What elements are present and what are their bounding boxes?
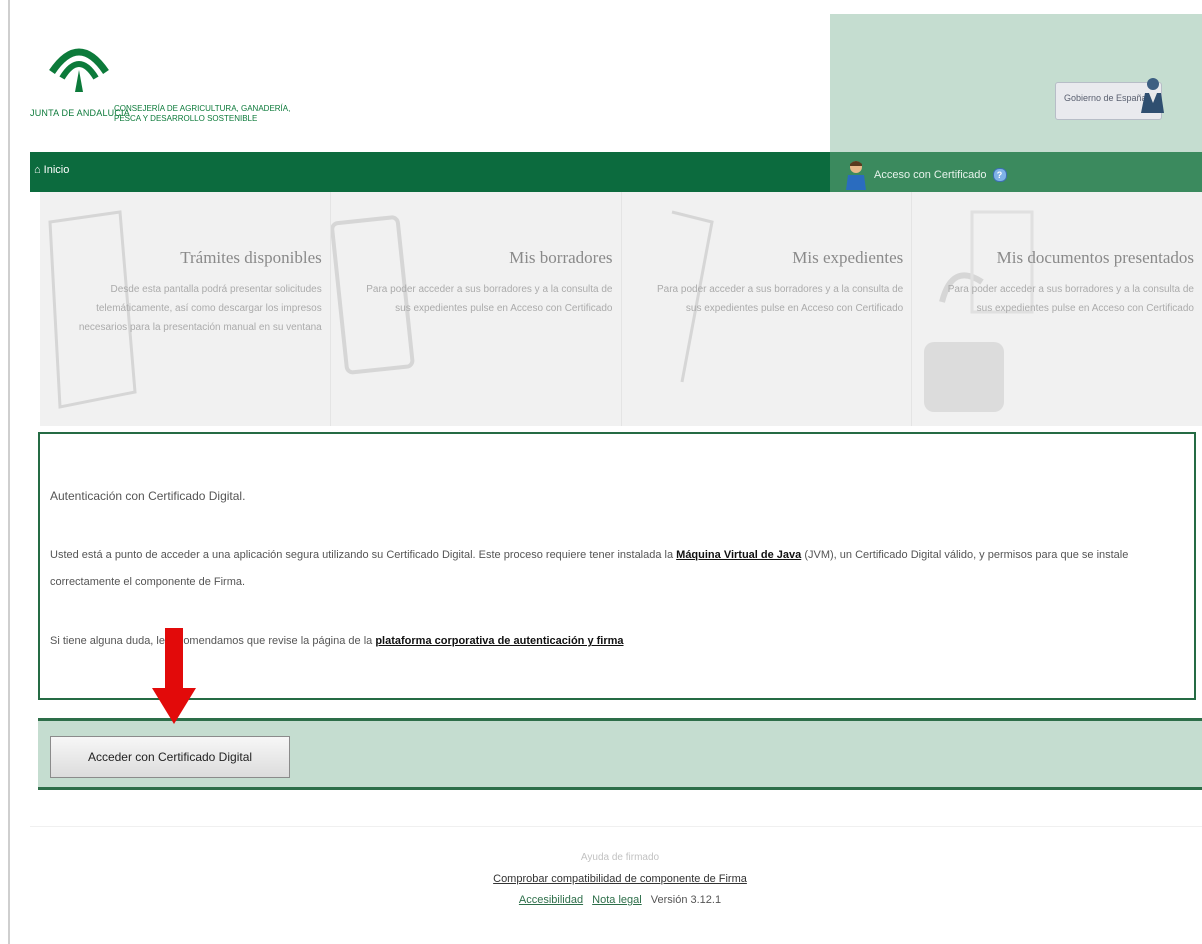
help-icon[interactable]: ?: [992, 168, 1007, 182]
site-header: JUNTA DE ANDALUCIA CONSEJERÍA DE AGRICUL…: [30, 14, 1202, 152]
tile-tramites[interactable]: Trámites disponibles Desde esta pantalla…: [40, 192, 331, 426]
legal-note-link[interactable]: Nota legal: [592, 894, 642, 906]
nav-home-label: Inicio: [43, 164, 70, 176]
auth-paragraph: Usted está a punto de acceder a una apli…: [50, 542, 1180, 596]
service-tiles: Trámites disponibles Desde esta pantalla…: [40, 192, 1202, 426]
footer-caption: Ayuda de firmado: [580, 852, 660, 863]
accessibility-link[interactable]: Accesibilidad: [519, 894, 583, 906]
access-certificate-button[interactable]: Acceder con Certificado Digital: [50, 736, 290, 778]
tile-borradores[interactable]: Mis borradores Para poder acceder a sus …: [330, 192, 622, 426]
logo-department: CONSEJERÍA DE AGRICULTURA, GANADERÍA, PE…: [114, 104, 290, 124]
footer-divider: [30, 826, 1202, 827]
tile-description: Para poder acceder a sus borradores y a …: [366, 284, 613, 314]
main-navbar: ⌂ Inicio Acceso con Certificado ?: [30, 152, 1202, 192]
logo-department-line1: CONSEJERÍA DE AGRICULTURA, GANADERÍA,: [114, 104, 291, 113]
java-vm-link[interactable]: Máquina Virtual de Java: [676, 549, 801, 561]
user-cert-icon: [846, 161, 866, 190]
help-paragraph: Si tiene alguna duda, le recomendamos qu…: [50, 635, 624, 647]
page-footer: Ayuda de firmado Comprobar compatibilida…: [0, 852, 1202, 906]
tile-description: Para poder acceder a sus borradores y a …: [656, 284, 904, 314]
auth-title: Autenticación con Certificado Digital.: [50, 489, 246, 503]
spain-gov-badge[interactable]: Gobierno de España: [1055, 78, 1164, 120]
action-bar: Acceder con Certificado Digital: [38, 718, 1202, 790]
auth-text-start: Usted está a punto de acceder a una apli…: [50, 549, 677, 561]
junta-logo[interactable]: JUNTA DE ANDALUCIA CONSEJERÍA DE AGRICUL…: [30, 34, 330, 144]
page-left-border: [8, 0, 10, 944]
header-right-panel: Gobierno de España: [830, 14, 1202, 152]
tile-title: Trámites disponibles: [180, 248, 322, 267]
nav-cert-panel: Acceso con Certificado ?: [830, 152, 1202, 192]
cert-access-label: Acceso con Certificado: [874, 169, 987, 181]
compatibility-link[interactable]: Comprobar compatibilidad de componente d…: [0, 873, 1202, 885]
version-label: Versión 3.12.1: [650, 894, 722, 906]
tile-description: Desde esta pantalla podrá presentar soli…: [78, 284, 322, 333]
cert-access-link[interactable]: Acceso con Certificado ?: [844, 160, 1007, 190]
tile-title: Mis expedientes: [792, 248, 904, 267]
nav-home-link[interactable]: ⌂ Inicio: [34, 164, 69, 176]
logo-department-line2: PESCA Y DESARROLLO SOSTENIBLE: [114, 114, 258, 123]
tile-expedientes[interactable]: Mis expedientes Para poder acceder a sus…: [622, 192, 913, 426]
red-arrow-annotation: [152, 628, 196, 724]
home-icon: ⌂: [34, 164, 41, 176]
tile-documentos[interactable]: Mis documentos presentados Para poder ac…: [912, 192, 1202, 426]
tile-description: Para poder acceder a sus borradores y a …: [947, 284, 1194, 314]
person-icon: [1141, 78, 1164, 113]
badge-label: Gobierno de España: [1064, 93, 1147, 103]
tile-title: Mis documentos presentados: [996, 248, 1194, 267]
footer-links: Accesibilidad Nota legal Versión 3.12.1: [0, 894, 1202, 906]
junta-arches-icon: [49, 48, 109, 92]
auth-info-panel: Autenticación con Certificado Digital. U…: [38, 432, 1196, 700]
help-text: Si tiene alguna duda, le recomendamos qu…: [50, 635, 376, 647]
tile-title: Mis borradores: [509, 248, 613, 267]
platform-link[interactable]: plataforma corporativa de autenticación …: [375, 635, 623, 647]
